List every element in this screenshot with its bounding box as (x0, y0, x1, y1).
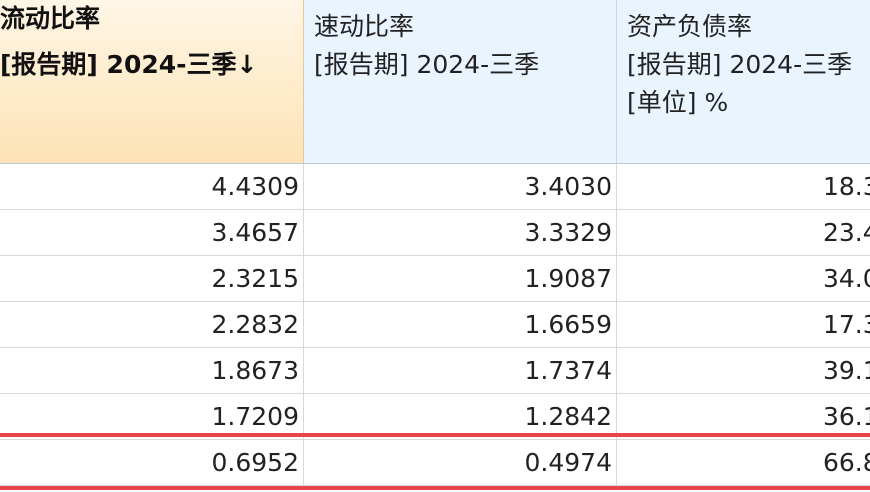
table-row[interactable]: 1.8673 1.7374 39.1 (0, 348, 870, 394)
table-row[interactable]: 2.3215 1.9087 34.0 (0, 256, 870, 302)
quick-ratio-cell[interactable]: 0.4974 (304, 440, 617, 486)
header-period: [报告期] 2024-三季 (627, 50, 853, 79)
highlight-line-top (0, 433, 870, 437)
debt-ratio-cell[interactable]: 34.0 (617, 256, 870, 302)
quick-ratio-cell[interactable]: 1.6659 (304, 302, 617, 348)
header-unit: [单位] % (627, 88, 729, 117)
current-ratio-cell[interactable]: 1.8673 (0, 348, 304, 394)
quick-ratio-cell[interactable]: 1.7374 (304, 348, 617, 394)
debt-ratio-cell[interactable]: 17.3 (617, 302, 870, 348)
header-title: 流动比率 (0, 4, 101, 33)
current-ratio-cell[interactable]: 4.4309 (0, 164, 304, 210)
table-row[interactable]: 4.4309 3.4030 18.3 (0, 164, 870, 210)
debt-ratio-cell[interactable]: 39.1 (617, 348, 870, 394)
column-header-current-ratio[interactable]: 流动比率 [报告期] 2024-三季↓ (0, 0, 304, 164)
table-row-highlighted[interactable]: 0.6952 0.4974 66.8 (0, 440, 870, 486)
header-period: [报告期] 2024-三季↓ (0, 50, 258, 79)
debt-ratio-cell[interactable]: 18.3 (617, 164, 870, 210)
current-ratio-cell[interactable]: 0.6952 (0, 440, 304, 486)
highlight-line-bottom (0, 486, 870, 490)
data-grid: 流动比率 [报告期] 2024-三季↓ 速动比率 [报告期] 2024-三季 资… (0, 0, 870, 492)
debt-ratio-cell[interactable]: 23.4 (617, 210, 870, 256)
header-title: 速动比率 (314, 12, 415, 41)
current-ratio-cell[interactable]: 2.3215 (0, 256, 304, 302)
column-header-debt-ratio[interactable]: 资产负债率 [报告期] 2024-三季 [单位] % (617, 0, 870, 164)
debt-ratio-cell[interactable]: 66.8 (617, 440, 870, 486)
header-title: 资产负债率 (627, 12, 753, 41)
header-period: [报告期] 2024-三季 (314, 50, 540, 79)
column-header-quick-ratio[interactable]: 速动比率 [报告期] 2024-三季 (304, 0, 617, 164)
current-ratio-cell[interactable]: 2.2832 (0, 302, 304, 348)
quick-ratio-cell[interactable]: 1.9087 (304, 256, 617, 302)
quick-ratio-cell[interactable]: 3.3329 (304, 210, 617, 256)
table-row[interactable]: 3.4657 3.3329 23.4 (0, 210, 870, 256)
current-ratio-cell[interactable]: 3.4657 (0, 210, 304, 256)
quick-ratio-cell[interactable]: 3.4030 (304, 164, 617, 210)
table-row[interactable]: 2.2832 1.6659 17.3 (0, 302, 870, 348)
